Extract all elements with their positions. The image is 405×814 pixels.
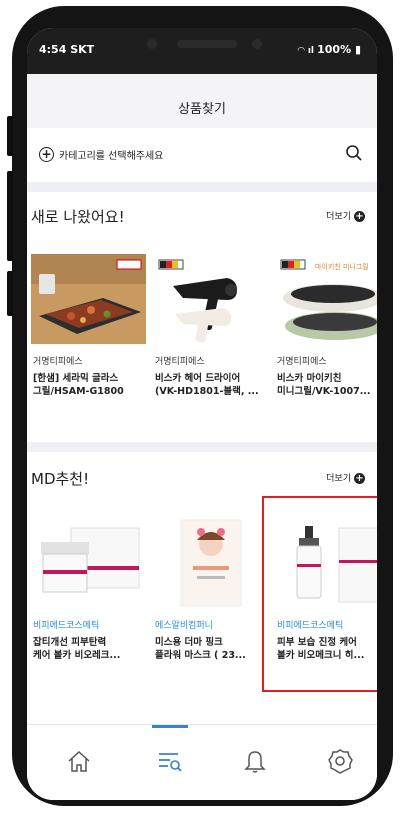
status-battery: ◠ ıl 100% ▮ bbox=[297, 43, 361, 56]
camera-icon bbox=[147, 39, 157, 49]
new-more-button[interactable]: 더보기 + bbox=[326, 209, 365, 222]
product-card[interactable]: 거명티피에스 [한샘] 세라믹 글라스 그릴/HSAM-G1800 bbox=[31, 254, 146, 397]
bottom-nav bbox=[27, 724, 377, 800]
sensor-icon bbox=[252, 39, 262, 49]
category-selector[interactable]: + 카테고리를 선택해주세요 bbox=[27, 128, 377, 182]
plus-icon: + bbox=[354, 473, 365, 484]
side-button bbox=[7, 171, 13, 261]
product-name-line1: 비스카 헤어 드라이어 bbox=[155, 373, 241, 384]
product-card[interactable]: 에스알비컴퍼니 미스용 더마 핑크 플라워 마스크 ( 23... bbox=[153, 518, 268, 661]
page-title: 상품찾기 bbox=[178, 102, 226, 117]
md-more-button[interactable]: 더보기 + bbox=[326, 471, 365, 484]
highlight-box bbox=[262, 496, 377, 692]
product-brand: 거명티피에스 bbox=[155, 357, 205, 367]
new-section-title: 새로 나왔어요! bbox=[31, 208, 125, 226]
product-brand: 거명티피에스 bbox=[33, 357, 83, 367]
product-name-line2: 미니그릴/VK-1007... bbox=[277, 386, 371, 397]
md-section-title: MD추천! bbox=[31, 470, 90, 488]
home-icon[interactable] bbox=[65, 747, 93, 775]
product-image bbox=[31, 254, 146, 344]
section-divider bbox=[27, 442, 377, 452]
side-button bbox=[7, 116, 13, 156]
product-name-line2: (VK-HD1801-블랙, ... bbox=[155, 386, 259, 397]
search-icon[interactable] bbox=[345, 144, 363, 162]
plus-icon: + bbox=[354, 211, 365, 222]
add-circle-icon: + bbox=[39, 147, 54, 162]
product-card[interactable]: 마이키친 미니그릴 거명티피에스 비스카 마이키친 미니그릴/VK-1007..… bbox=[275, 254, 377, 397]
new-products-list: 거명티피에스 [한샘] 세라믹 글라스 그릴/HSAM-G1800 거명티피에스 bbox=[27, 254, 377, 434]
status-bar: 4:54 SKT ◠ ıl 100% ▮ bbox=[27, 28, 377, 74]
side-button bbox=[7, 271, 13, 316]
page-header: 상품찾기 bbox=[27, 74, 377, 128]
bell-icon[interactable] bbox=[241, 747, 269, 775]
product-card[interactable]: 거명티피에스 비스카 헤어 드라이어 (VK-HD1801-블랙, ... bbox=[153, 254, 268, 397]
md-section-header: MD추천! 더보기 + bbox=[27, 458, 377, 498]
speaker bbox=[177, 40, 237, 48]
product-name-line1: 미스용 더마 핑크 bbox=[155, 637, 223, 648]
product-name-line2: 플라워 마스크 ( 23... bbox=[155, 650, 246, 661]
product-card[interactable]: 비피에드코스메틱 잡티개선 피부탄력 케어 볼카 비오레크... bbox=[31, 518, 146, 661]
new-section-header: 새로 나왔어요! 더보기 + bbox=[27, 196, 377, 236]
app-screen: 4:54 SKT ◠ ıl 100% ▮ 상품찾기 + 카테고리를 선택해주세요… bbox=[27, 28, 377, 800]
product-name-line1: 잡티개선 피부탄력 bbox=[33, 637, 107, 648]
status-time: 4:54 SKT bbox=[39, 43, 95, 56]
product-name-line1: 비스카 마이키친 bbox=[277, 373, 342, 384]
product-image bbox=[153, 518, 268, 608]
section-divider bbox=[27, 182, 377, 192]
product-name-line2: 케어 볼카 비오레크... bbox=[33, 650, 121, 661]
settings-icon[interactable] bbox=[326, 747, 354, 775]
search-list-icon[interactable] bbox=[156, 747, 184, 775]
category-placeholder: 카테고리를 선택해주세요 bbox=[59, 151, 164, 162]
product-image bbox=[153, 254, 268, 344]
product-name-line2: 그릴/HSAM-G1800 bbox=[33, 386, 124, 397]
product-brand: 거명티피에스 bbox=[277, 357, 327, 367]
active-tab-indicator bbox=[152, 725, 188, 728]
product-image bbox=[31, 518, 146, 608]
product-brand: 비피에드코스메틱 bbox=[33, 621, 100, 631]
mini-grill-tag: 마이키친 미니그릴 bbox=[315, 263, 369, 271]
product-brand: 에스알비컴퍼니 bbox=[155, 621, 213, 631]
product-name-line1: [한샘] 세라믹 글라스 bbox=[33, 373, 119, 384]
